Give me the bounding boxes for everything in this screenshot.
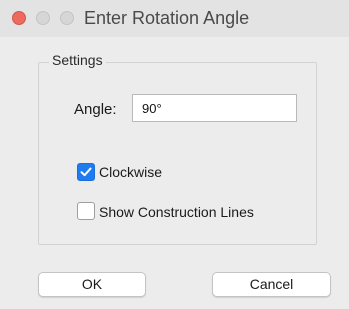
minimize-button[interactable]	[36, 11, 50, 25]
title-bar[interactable]: Enter Rotation Angle	[0, 0, 349, 37]
ok-button[interactable]: OK	[38, 272, 146, 297]
check-icon	[80, 167, 92, 177]
cancel-button[interactable]: Cancel	[212, 272, 331, 297]
close-button[interactable]	[12, 11, 26, 25]
angle-input[interactable]	[132, 94, 297, 122]
window-title: Enter Rotation Angle	[84, 8, 250, 28]
settings-group-label: Settings	[49, 52, 106, 68]
angle-label: Angle:	[74, 101, 117, 118]
dialog-window: Enter Rotation Angle Settings Angle: Clo…	[0, 0, 349, 309]
clockwise-checkbox[interactable]	[77, 163, 95, 181]
construction-lines-checkbox[interactable]	[77, 202, 95, 220]
construction-lines-label[interactable]: Show Construction Lines	[99, 204, 254, 220]
clockwise-label[interactable]: Clockwise	[99, 164, 162, 180]
zoom-button[interactable]	[60, 11, 74, 25]
